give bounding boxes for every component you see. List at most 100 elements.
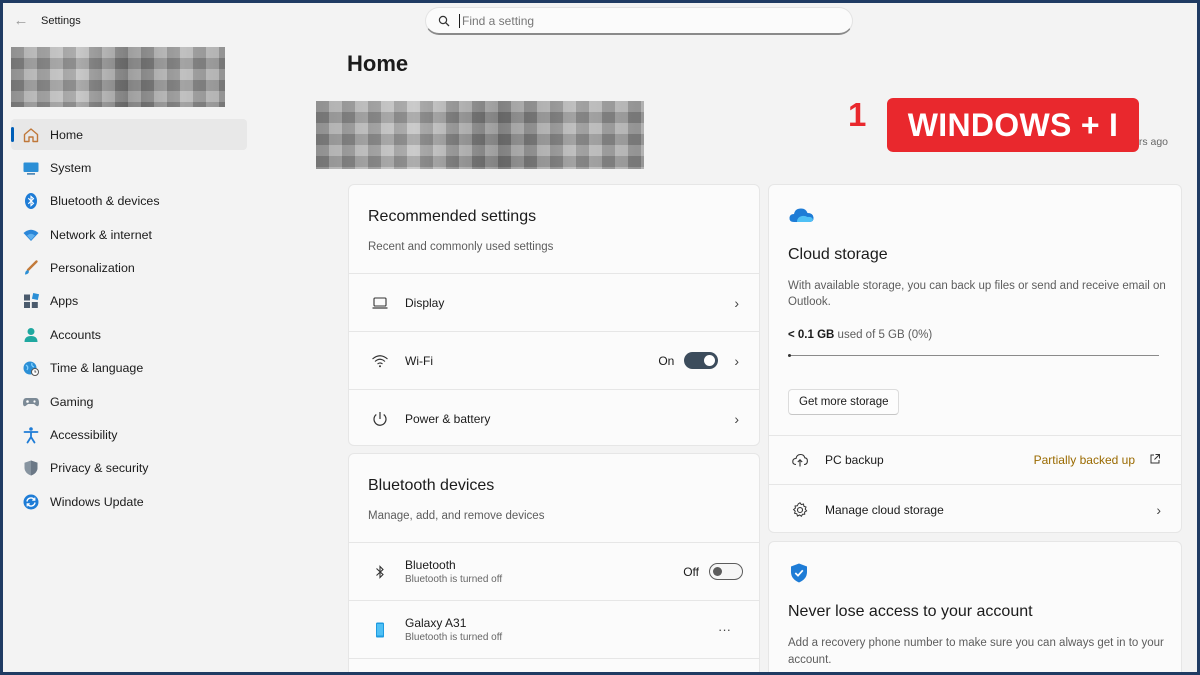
app-title: Settings <box>41 15 81 27</box>
row-label: Display <box>405 295 445 310</box>
laptop-icon <box>370 293 390 313</box>
card-description: Add a recovery phone number to make sure… <box>788 637 1164 666</box>
sidebar-item-label: Accounts <box>50 327 101 342</box>
sidebar-item-privacy[interactable]: Privacy & security <box>11 453 247 484</box>
search-box[interactable] <box>425 7 853 35</box>
account-banner-redacted <box>316 101 644 169</box>
row-sublabel: Bluetooth is turned off <box>405 574 503 585</box>
sidebar-item-label: Network & internet <box>50 227 152 242</box>
cloud-storage-card: Cloud storage With available storage, yo… <box>768 184 1182 533</box>
bluetooth-toggle[interactable] <box>709 563 743 580</box>
row-text: Bluetooth Bluetooth is turned off <box>405 558 683 585</box>
back-arrow-icon[interactable]: ← <box>13 13 29 29</box>
chevron-right-icon: › <box>1156 501 1161 518</box>
recommended-row-power[interactable]: Power & battery › <box>349 389 759 445</box>
gear-icon <box>790 500 810 520</box>
wifi-icon <box>21 225 41 245</box>
gamepad-icon <box>21 392 41 412</box>
manage-cloud-storage-row[interactable]: Manage cloud storage › <box>769 484 1181 532</box>
chevron-right-icon: › <box>734 294 739 311</box>
annotation-shortcut-badge: WINDOWS + I <box>887 98 1139 152</box>
annotation-step-number: 1 <box>848 96 867 133</box>
sidebar-item-home[interactable]: Home <box>11 119 247 150</box>
card-title: Recommended settings <box>368 208 537 225</box>
sidebar-item-label: Gaming <box>50 394 94 409</box>
card-description: With available storage, you can back up … <box>788 280 1166 308</box>
refresh-icon <box>21 492 41 512</box>
profile-redacted <box>11 47 225 107</box>
storage-usage-text: < 0.1 GB used of 5 GB (0%) <box>788 329 932 341</box>
backup-status-label: Partially backed up <box>1033 453 1135 467</box>
accessibility-icon <box>21 425 41 445</box>
monitor-icon <box>21 158 41 178</box>
onedrive-cloud-icon <box>788 205 816 230</box>
card-title: Never lose access to your account <box>788 603 1033 620</box>
sidebar-item-accessibility[interactable]: Accessibility <box>11 420 247 451</box>
sidebar-item-label: Windows Update <box>50 494 144 509</box>
recommended-row-display[interactable]: Display › <box>349 273 759 331</box>
more-options-icon[interactable]: ··· <box>718 622 731 637</box>
sidebar-item-personalization[interactable]: Personalization <box>11 253 247 284</box>
row-label: Power & battery <box>405 411 491 426</box>
device-row-galaxy[interactable]: Galaxy A31 Bluetooth is turned off ··· <box>349 600 759 658</box>
chevron-right-icon: › <box>734 352 739 369</box>
sidebar-item-label: System <box>50 160 92 175</box>
row-text: Galaxy A31 Bluetooth is turned off <box>405 616 718 643</box>
sidebar-item-network[interactable]: Network & internet <box>11 219 247 250</box>
power-icon <box>370 409 390 429</box>
cloud-upload-icon <box>790 450 810 470</box>
sidebar-item-windows-update[interactable]: Windows Update <box>11 486 247 517</box>
sidebar-item-gaming[interactable]: Gaming <box>11 386 247 417</box>
wifi-toggle[interactable] <box>684 352 719 369</box>
search-input[interactable] <box>459 13 819 28</box>
recommended-row-wifi[interactable]: Wi-Fi On › <box>349 331 759 389</box>
person-icon <box>21 325 41 345</box>
row-label: Manage cloud storage <box>825 502 944 517</box>
bluetooth-row[interactable]: Bluetooth Bluetooth is turned off Off <box>349 542 759 600</box>
chevron-right-icon: › <box>734 410 739 427</box>
wifi-state-label: On <box>658 353 675 368</box>
sidebar-item-apps[interactable]: Apps <box>11 286 247 317</box>
sidebar-item-time-language[interactable]: Time & language <box>11 353 247 384</box>
home-icon <box>21 125 41 145</box>
row-label: Wi-Fi <box>405 353 433 368</box>
pc-backup-row[interactable]: PC backup Partially backed up <box>769 435 1181 484</box>
sidebar-item-accounts[interactable]: Accounts <box>11 319 247 350</box>
card-title: Cloud storage <box>788 246 888 263</box>
phone-icon <box>370 620 390 640</box>
bluetooth-state-label: Off <box>683 564 699 579</box>
sidebar-nav: Home System Bluetooth & devices Network … <box>11 119 247 520</box>
get-more-storage-button[interactable]: Get more storage <box>788 389 900 415</box>
wifi-icon <box>370 351 390 371</box>
sidebar-item-label: Accessibility <box>50 428 118 443</box>
sidebar-item-bluetooth[interactable]: Bluetooth & devices <box>11 186 247 217</box>
sidebar-item-label: Bluetooth & devices <box>50 194 160 209</box>
card-subtitle: Recent and commonly used settings <box>368 241 554 253</box>
title-bar: ← Settings <box>3 3 1197 43</box>
storage-progress-bar <box>788 354 1159 357</box>
sidebar-item-label: Privacy & security <box>50 461 149 476</box>
row-sublabel: Bluetooth is turned off <box>405 632 503 643</box>
sidebar-item-label: Apps <box>50 294 79 309</box>
account-security-card: Never lose access to your account Add a … <box>768 541 1182 672</box>
storage-progress-fill <box>788 354 791 357</box>
sidebar-item-label: Home <box>50 127 84 142</box>
card-subtitle: Manage, add, and remove devices <box>368 510 545 522</box>
globe-clock-icon <box>21 358 41 378</box>
external-link-icon[interactable] <box>1149 452 1161 468</box>
shield-check-icon <box>788 562 810 589</box>
sidebar-item-label: Personalization <box>50 261 135 276</box>
search-icon <box>438 15 450 26</box>
sidebar-item-system[interactable]: System <box>11 152 247 183</box>
brush-icon <box>21 258 41 278</box>
bluetooth-devices-card: Bluetooth devices Manage, add, and remov… <box>348 453 760 672</box>
recommended-settings-card: Recommended settings Recent and commonly… <box>348 184 760 446</box>
storage-used-value: < 0.1 GB <box>788 329 835 341</box>
bluetooth-icon <box>370 562 390 582</box>
page-title: Home <box>347 51 409 76</box>
shield-icon <box>21 458 41 478</box>
bluetooth-icon <box>21 191 41 211</box>
row-label: PC backup <box>825 453 884 467</box>
divider <box>349 658 759 672</box>
apps-icon <box>21 291 41 311</box>
